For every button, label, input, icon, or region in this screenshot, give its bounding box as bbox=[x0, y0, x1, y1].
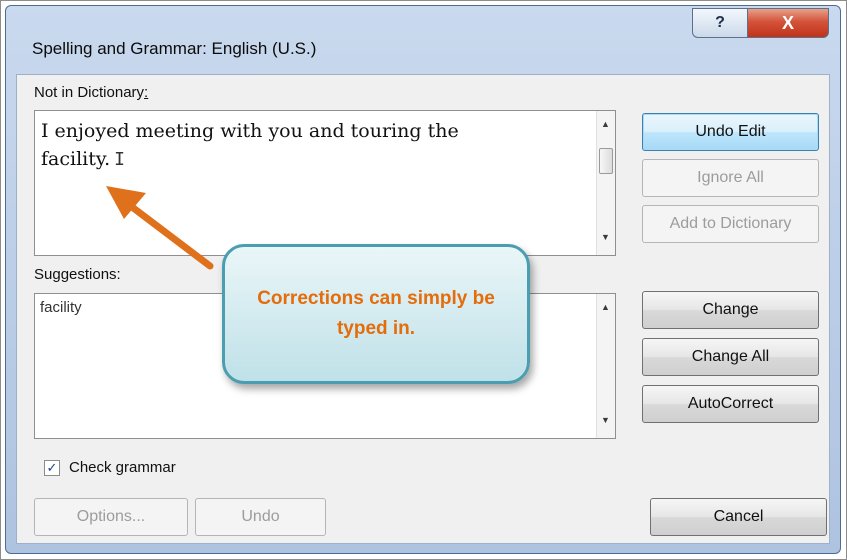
annotation-callout: Corrections can simply be typed in. bbox=[222, 244, 530, 384]
callout-text: Corrections can simply be typed in. bbox=[257, 288, 495, 339]
arrow-shaft bbox=[128, 203, 214, 270]
